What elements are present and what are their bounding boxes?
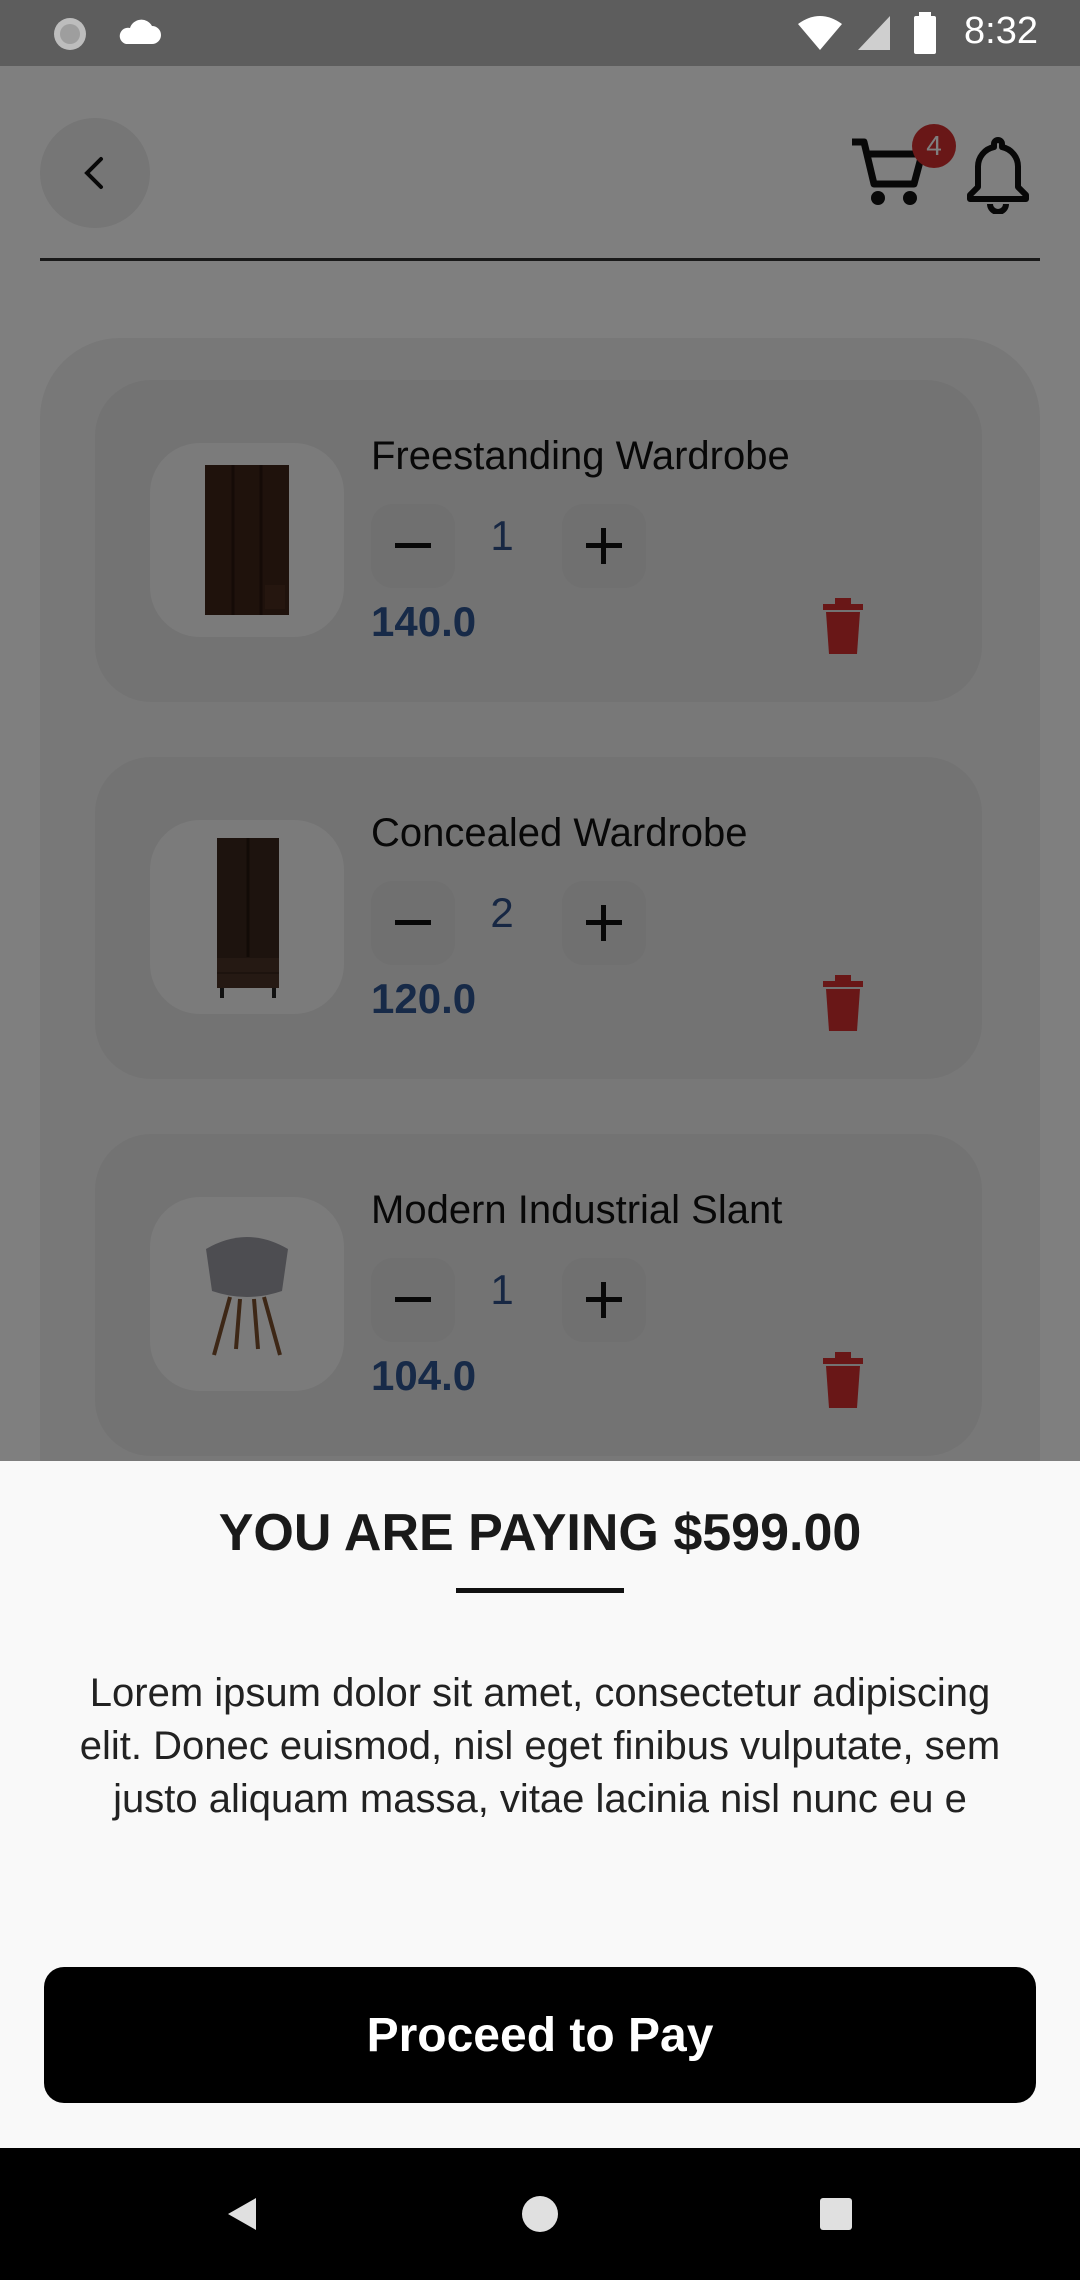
payment-description: Lorem ipsum dolor sit amet, consectetur … [79, 1671, 1001, 1821]
nav-home-button[interactable] [480, 2148, 600, 2280]
triangle-back-icon [228, 2198, 256, 2230]
payment-total-title: YOU ARE PAYING $599.00 [218, 1504, 862, 1562]
title-underline [456, 1588, 624, 1593]
sync-icon [54, 18, 86, 50]
nav-back-button[interactable] [182, 2148, 302, 2280]
status-bar: 8:32 [0, 0, 1080, 66]
payment-bottom-sheet: YOU ARE PAYING $599.00 Lorem ipsum dolor… [0, 1461, 1080, 2148]
battery-icon [914, 12, 936, 54]
square-recents-icon [820, 2198, 852, 2230]
status-time: 8:32 [964, 10, 1038, 52]
proceed-to-pay-button[interactable]: Proceed to Pay [44, 1967, 1036, 2103]
modal-scrim[interactable] [0, 66, 1080, 1461]
nav-recents-button[interactable] [776, 2148, 896, 2280]
signal-icon [858, 16, 890, 50]
system-navigation-bar [0, 2148, 1080, 2280]
wifi-icon [798, 16, 842, 50]
circle-home-icon [522, 2196, 558, 2232]
cloud-icon [119, 19, 161, 44]
